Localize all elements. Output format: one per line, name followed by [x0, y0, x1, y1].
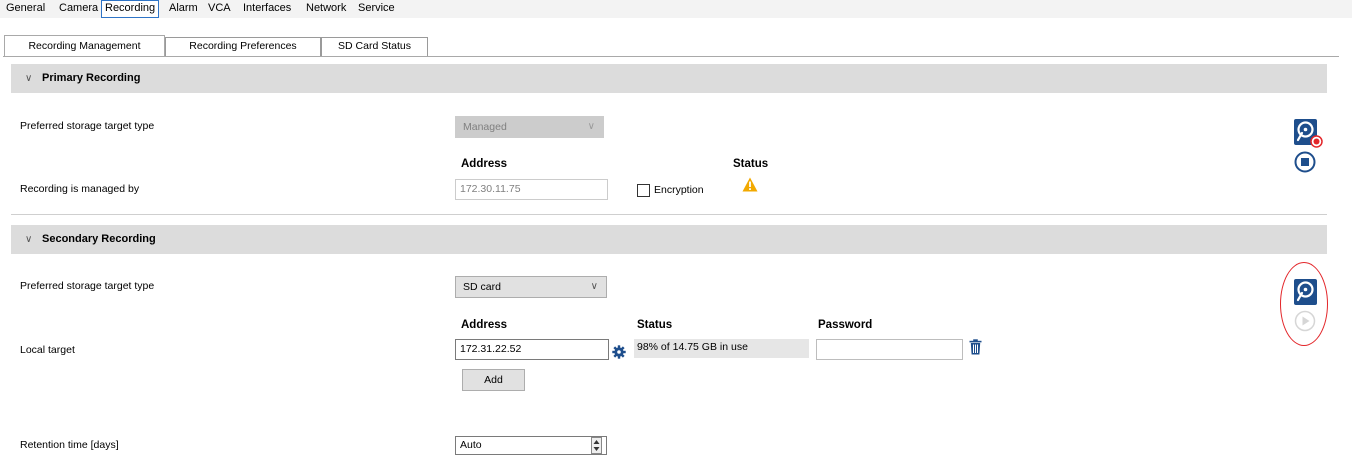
- primary-recording-header[interactable]: ∨ Primary Recording: [11, 64, 1327, 93]
- encryption-label: Encryption: [654, 184, 704, 196]
- local-target-address-field[interactable]: 172.31.22.52: [455, 339, 609, 360]
- retention-field[interactable]: Auto: [455, 436, 607, 455]
- menu-general[interactable]: General: [3, 0, 48, 18]
- stop-recording-icon[interactable]: [1294, 151, 1316, 173]
- start-recording-icon[interactable]: [1294, 310, 1316, 332]
- tab-panel-border: [3, 56, 1339, 57]
- menu-vca[interactable]: VCA: [205, 0, 234, 18]
- primary-address-field: 172.30.11.75: [455, 179, 608, 200]
- hard-disk-icon[interactable]: [1293, 278, 1323, 306]
- menu-recording[interactable]: Recording: [101, 0, 160, 18]
- secondary-recording-header[interactable]: ∨ Secondary Recording: [11, 225, 1327, 254]
- trash-icon[interactable]: [969, 339, 982, 355]
- secondary-password-header: Password: [818, 319, 873, 331]
- chevron-down-icon: ∨: [587, 121, 595, 132]
- menu-alarm[interactable]: Alarm: [166, 0, 201, 18]
- gear-icon[interactable]: [612, 345, 626, 359]
- secondary-address-header: Address: [461, 319, 508, 331]
- add-button[interactable]: Add: [462, 369, 525, 391]
- primary-managed-label: Recording is managed by: [20, 183, 140, 195]
- retention-label: Retention time [days]: [20, 439, 119, 451]
- primary-storage-label: Preferred storage target type: [20, 120, 155, 132]
- top-menu-bar: General Camera Recording Alarm VCA Inter…: [0, 0, 1352, 18]
- tab-recording-management[interactable]: Recording Management: [4, 35, 165, 57]
- tab-sd-card-status[interactable]: SD Card Status: [321, 37, 428, 56]
- menu-service[interactable]: Service: [355, 0, 398, 18]
- password-field[interactable]: [816, 339, 963, 360]
- encryption-checkbox[interactable]: [637, 184, 650, 197]
- primary-storage-select: Managed ∨: [455, 116, 604, 138]
- chevron-down-icon: ∨: [25, 73, 33, 84]
- chevron-down-icon: ∨: [590, 281, 598, 292]
- warning-icon: [742, 177, 758, 192]
- section-title: Primary Recording: [42, 72, 141, 84]
- menu-interfaces[interactable]: Interfaces: [240, 0, 294, 18]
- spinner-arrows-icon: [593, 440, 600, 451]
- menu-camera[interactable]: Camera: [56, 0, 101, 18]
- local-target-status: 98% of 14.75 GB in use: [634, 339, 809, 358]
- select-value: SD card: [463, 281, 501, 293]
- section-title: Secondary Recording: [42, 233, 156, 245]
- tab-recording-preferences[interactable]: Recording Preferences: [165, 37, 321, 56]
- primary-address-header: Address: [461, 158, 508, 170]
- record-dot-icon: [1310, 135, 1323, 148]
- secondary-storage-label: Preferred storage target type: [20, 280, 155, 292]
- secondary-status-header: Status: [637, 319, 673, 331]
- secondary-storage-select[interactable]: SD card ∨: [455, 276, 607, 298]
- primary-status-header: Status: [733, 158, 769, 170]
- local-target-label: Local target: [20, 344, 75, 356]
- select-value: Managed: [463, 121, 507, 133]
- retention-spinner[interactable]: [591, 437, 602, 454]
- menu-network[interactable]: Network: [303, 0, 349, 18]
- section-divider: [11, 214, 1327, 215]
- chevron-down-icon: ∨: [25, 234, 33, 245]
